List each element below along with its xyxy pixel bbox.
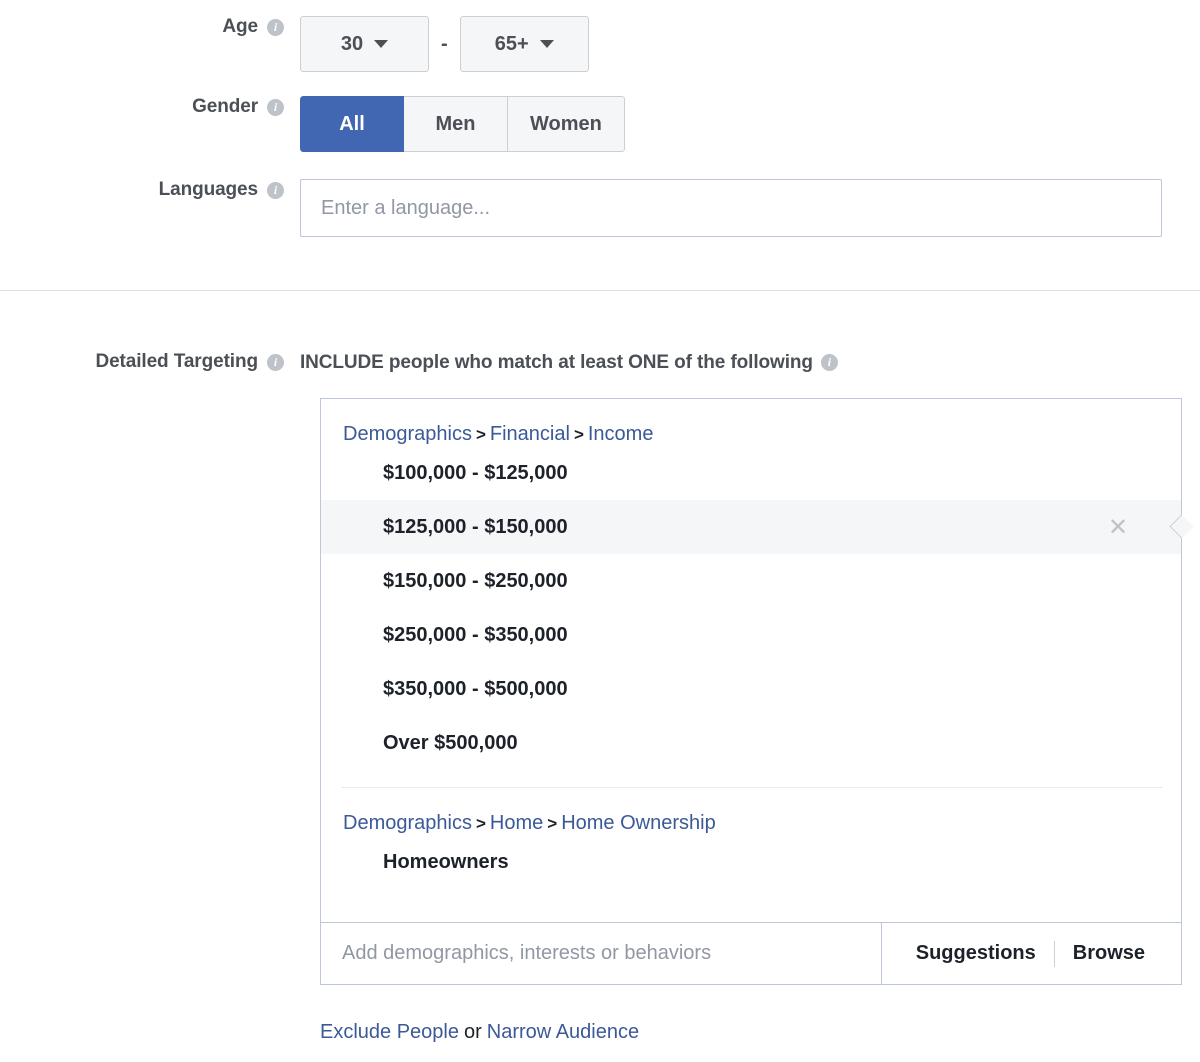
breadcrumb-crumb[interactable]: Demographics — [343, 423, 472, 445]
breadcrumb-crumb[interactable]: Home — [490, 812, 543, 834]
age-range-separator: - — [441, 33, 448, 55]
browse-button[interactable]: Browse — [1055, 942, 1163, 965]
gender-segmented-control: All Men Women — [300, 96, 625, 152]
footer-conjunction: or — [463, 1021, 482, 1043]
selection-item-label: $100,000 - $125,000 — [383, 461, 568, 484]
selection-item-label: $250,000 - $350,000 — [383, 623, 568, 646]
gender-label-group: Gender i — [0, 96, 300, 118]
age-control: 30 - 65+ — [300, 16, 1200, 72]
group-breadcrumb-income[interactable]: Demographics > Financial > Income — [321, 399, 1181, 446]
selection-item-label: Homeowners — [383, 850, 509, 873]
ad-audience-targeting-form: Age i 30 - 65+ Gender i All Men Women La… — [0, 0, 1200, 1062]
breadcrumb-crumb[interactable]: Home Ownership — [561, 812, 716, 834]
gender-control: All Men Women — [300, 96, 1200, 152]
suggestions-button[interactable]: Suggestions — [898, 942, 1054, 965]
info-icon[interactable]: i — [267, 98, 284, 116]
selection-item[interactable]: $250,000 - $350,000 — [321, 608, 1181, 662]
chevron-down-icon — [374, 40, 389, 48]
breadcrumb-separator: > — [475, 425, 486, 444]
info-icon[interactable]: i — [267, 18, 284, 36]
selection-item-label: Over $500,000 — [383, 731, 518, 754]
close-icon[interactable]: ✕ — [1105, 514, 1131, 540]
info-icon[interactable]: i — [820, 353, 838, 371]
search-placeholder: Add demographics, interests or behaviors — [342, 942, 712, 964]
languages-field-row: Languages i Enter a language... — [0, 179, 1200, 237]
selection-item[interactable]: Over $500,000 — [321, 716, 1181, 770]
info-icon[interactable]: i — [267, 353, 284, 371]
detailed-targeting-search-input[interactable]: Add demographics, interests or behaviors — [320, 922, 882, 985]
breadcrumb-separator: > — [475, 814, 486, 833]
targeting-footer-links: Exclude People or Narrow Audience — [320, 1021, 639, 1044]
gender-option-men-label: Men — [435, 112, 476, 135]
languages-label-group: Languages i — [0, 179, 300, 201]
languages-input[interactable]: Enter a language... — [300, 179, 1162, 237]
selection-item[interactable]: $125,000 - $150,000 ✕ — [321, 500, 1194, 554]
breadcrumb-crumb[interactable]: Financial — [490, 423, 570, 445]
gender-option-all-label: All — [339, 112, 365, 135]
age-label: Age — [222, 16, 258, 37]
selection-item-label: $350,000 - $500,000 — [383, 677, 568, 700]
include-heading-text: INCLUDE people who match at least ONE of… — [300, 352, 813, 373]
info-icon[interactable]: i — [267, 181, 284, 199]
gender-option-women[interactable]: Women — [508, 96, 625, 152]
age-range-picker: 30 - 65+ — [300, 16, 1200, 72]
search-actions: Suggestions Browse — [882, 922, 1182, 985]
detailed-targeting-label-group: Detailed Targeting i — [0, 351, 300, 373]
age-min-value: 30 — [340, 32, 364, 55]
selection-item[interactable]: Homeowners — [321, 835, 1181, 889]
detailed-targeting-header-row: Detailed Targeting i INCLUDE people who … — [0, 351, 1200, 374]
detailed-targeting-search-row: Add demographics, interests or behaviors… — [320, 922, 1182, 985]
gender-field-row: Gender i All Men Women — [0, 96, 1200, 152]
gender-label: Gender — [192, 96, 258, 117]
include-heading: INCLUDE people who match at least ONE of… — [300, 351, 1200, 374]
selection-item-label: $150,000 - $250,000 — [383, 569, 568, 592]
detailed-targeting-heading-wrap: INCLUDE people who match at least ONE of… — [300, 351, 1200, 374]
languages-control: Enter a language... — [300, 179, 1200, 237]
breadcrumb-separator: > — [547, 814, 558, 833]
selection-item-label: $125,000 - $150,000 — [383, 515, 568, 538]
detailed-targeting-selections-panel: Demographics > Financial > Income $100,000 -… — [320, 398, 1194, 922]
selection-item[interactable]: $350,000 - $500,000 — [321, 662, 1181, 716]
age-max-dropdown[interactable]: 65+ — [459, 16, 589, 72]
gender-option-women-label: Women — [530, 112, 602, 135]
breadcrumb-crumb[interactable]: Income — [588, 423, 654, 445]
breadcrumb-separator: > — [573, 425, 584, 444]
age-max-value: 65+ — [494, 32, 529, 55]
breadcrumb-crumb[interactable]: Demographics — [343, 812, 472, 834]
languages-placeholder: Enter a language... — [321, 196, 491, 219]
gender-option-all[interactable]: All — [300, 96, 404, 152]
age-min-dropdown[interactable]: 30 — [300, 16, 429, 72]
age-field-row: Age i 30 - 65+ — [0, 16, 1200, 72]
selection-item[interactable]: $150,000 - $250,000 — [321, 554, 1181, 608]
group-breadcrumb-home-ownership[interactable]: Demographics > Home > Home Ownership — [321, 788, 1181, 835]
gender-option-men[interactable]: Men — [404, 96, 508, 152]
selection-popover-notch-icon — [1169, 514, 1194, 539]
detailed-targeting-label: Detailed Targeting — [95, 351, 258, 372]
exclude-people-link[interactable]: Exclude People — [320, 1021, 459, 1043]
age-label-group: Age i — [0, 16, 300, 38]
narrow-audience-link[interactable]: Narrow Audience — [487, 1021, 639, 1043]
chevron-down-icon — [539, 40, 554, 48]
section-divider — [0, 290, 1200, 291]
languages-label: Languages — [158, 179, 259, 200]
selection-item[interactable]: $100,000 - $125,000 — [321, 446, 1181, 500]
